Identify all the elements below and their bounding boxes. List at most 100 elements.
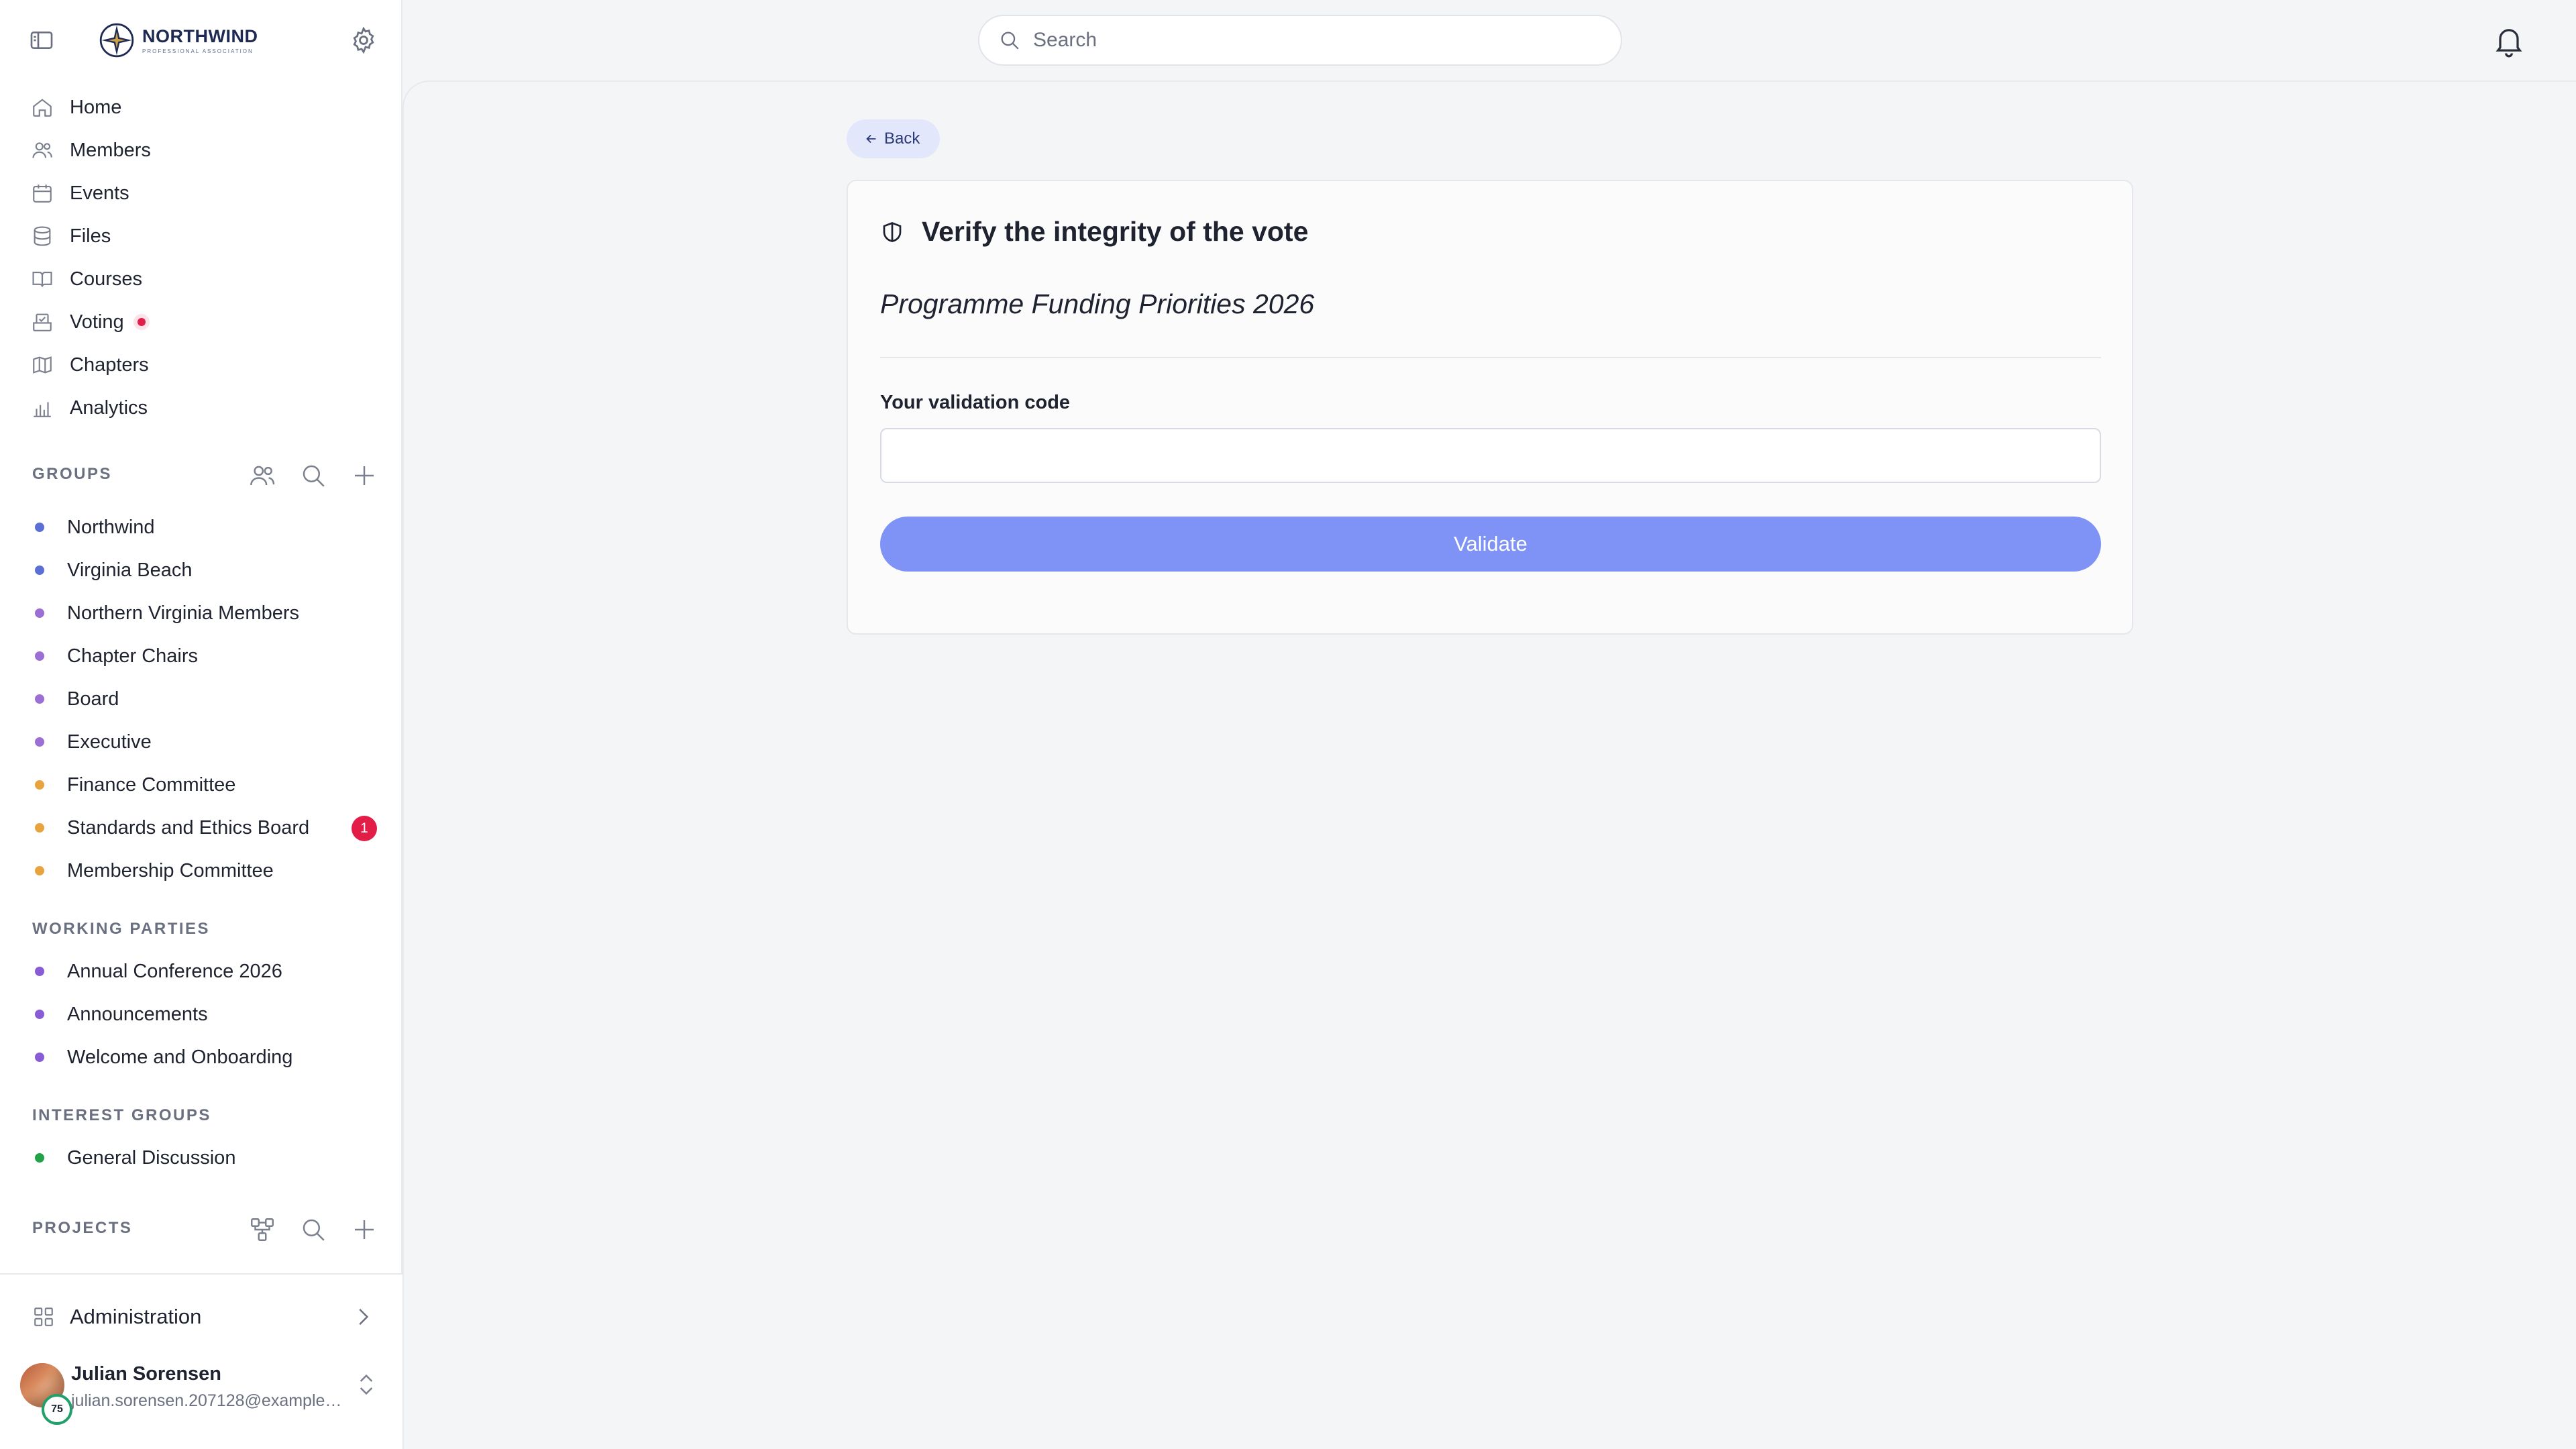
bell-icon[interactable] bbox=[2491, 21, 2526, 59]
nav-label: Files bbox=[70, 225, 111, 247]
search-bar[interactable] bbox=[978, 15, 1622, 66]
nav-label: Courses bbox=[70, 268, 142, 290]
brand-name: NORTHWIND bbox=[142, 26, 258, 46]
working-parties-list: Annual Conference 2026 Announcements Wel… bbox=[0, 950, 402, 1079]
vote-name: Programme Funding Priorities 2026 bbox=[880, 288, 1315, 319]
nav-label: Members bbox=[70, 139, 151, 161]
chevron-up-down-icon bbox=[360, 1374, 373, 1395]
voting-indicator-dot bbox=[133, 314, 150, 330]
plus-icon[interactable] bbox=[350, 462, 378, 490]
group-label: Virginia Beach bbox=[67, 559, 193, 581]
map-icon bbox=[33, 356, 52, 374]
book-icon bbox=[32, 272, 52, 287]
working-parties-section-header: WORKING PARTIES bbox=[0, 912, 402, 946]
database-icon bbox=[34, 226, 51, 246]
group-label: Chapter Chairs bbox=[67, 645, 199, 667]
compass-logo-icon bbox=[99, 23, 134, 58]
group-item[interactable]: Welcome and Onboarding bbox=[0, 1036, 402, 1079]
groups-list: Northwind Virginia Beach Northern Virgin… bbox=[0, 506, 402, 892]
brand-logo[interactable]: NORTHWIND PROFESSIONAL ASSOCIATION bbox=[98, 20, 258, 60]
gear-icon[interactable] bbox=[349, 25, 378, 55]
nav-item-analytics[interactable]: Analytics bbox=[0, 386, 402, 429]
group-color-dot bbox=[35, 866, 44, 875]
card-title: Verify the integrity of the vote bbox=[922, 216, 1309, 247]
top-bar bbox=[402, 0, 2576, 80]
user-menu[interactable]: 75 Julian Sorensen julian.sorensen.20712… bbox=[0, 1355, 402, 1425]
group-item[interactable]: General Discussion bbox=[0, 1136, 402, 1179]
group-item[interactable]: Northwind bbox=[0, 506, 402, 549]
user-name: Julian Sorensen bbox=[71, 1363, 222, 1385]
group-item[interactable]: Board bbox=[0, 678, 402, 720]
group-color-dot bbox=[35, 967, 44, 976]
administration-link[interactable]: Administration bbox=[0, 1295, 402, 1339]
grid-icon bbox=[34, 1307, 53, 1326]
nav-label: Voting bbox=[70, 311, 124, 333]
search-input[interactable] bbox=[1033, 29, 1610, 52]
group-label: Welcome and Onboarding bbox=[67, 1046, 293, 1068]
nav-item-events[interactable]: Events bbox=[0, 172, 402, 215]
group-item[interactable]: Annual Conference 2026 bbox=[0, 950, 402, 993]
projects-section-header: PROJECTS bbox=[0, 1212, 402, 1245]
nav-label: Home bbox=[70, 96, 122, 118]
administration-label: Administration bbox=[70, 1305, 202, 1328]
group-label: Annual Conference 2026 bbox=[67, 960, 282, 982]
group-item[interactable]: Membership Committee bbox=[0, 849, 402, 892]
group-color-dot bbox=[35, 737, 44, 747]
users-icon bbox=[32, 142, 52, 158]
search-icon bbox=[1001, 32, 1019, 50]
group-label: Northern Virginia Members bbox=[67, 602, 299, 624]
group-label: Announcements bbox=[67, 1003, 208, 1025]
group-label: Membership Committee bbox=[67, 859, 274, 881]
brand-tagline: PROFESSIONAL ASSOCIATION bbox=[142, 48, 254, 54]
group-color-dot bbox=[35, 780, 44, 790]
main-nav: Home Members Events Files Courses Voting… bbox=[0, 86, 402, 429]
nav-item-members[interactable]: Members bbox=[0, 129, 402, 172]
group-item[interactable]: Virginia Beach bbox=[0, 549, 402, 592]
home-icon bbox=[33, 99, 52, 117]
group-label: Northwind bbox=[67, 516, 155, 538]
group-label: Finance Committee bbox=[67, 773, 236, 796]
search-icon[interactable] bbox=[299, 1216, 327, 1244]
sidebar-toggle-icon[interactable] bbox=[27, 27, 56, 54]
chevron-right-icon bbox=[359, 1309, 369, 1325]
group-color-dot bbox=[35, 1153, 44, 1163]
group-label: Board bbox=[67, 688, 119, 710]
nav-item-home[interactable]: Home bbox=[0, 86, 402, 129]
back-button[interactable]: Back bbox=[847, 119, 941, 158]
group-color-dot bbox=[35, 694, 44, 704]
hierarchy-icon[interactable] bbox=[248, 1216, 276, 1244]
group-item[interactable]: Executive bbox=[0, 720, 402, 763]
nav-label: Chapters bbox=[70, 354, 149, 376]
users-icon[interactable] bbox=[248, 462, 276, 490]
shield-icon bbox=[883, 221, 902, 242]
nav-item-chapters[interactable]: Chapters bbox=[0, 343, 402, 386]
validate-button[interactable]: Validate bbox=[880, 517, 2101, 572]
validation-code-input[interactable] bbox=[880, 428, 2101, 483]
group-item[interactable]: Northern Virginia Members bbox=[0, 592, 402, 635]
group-color-dot bbox=[35, 523, 44, 532]
nav-item-courses[interactable]: Courses bbox=[0, 258, 402, 301]
sidebar-header: NORTHWIND PROFESSIONAL ASSOCIATION bbox=[0, 0, 402, 80]
groups-title: GROUPS bbox=[32, 465, 113, 483]
sidebar: NORTHWIND PROFESSIONAL ASSOCIATION Home … bbox=[0, 0, 402, 1449]
nav-label: Events bbox=[70, 182, 129, 204]
group-item[interactable]: Chapter Chairs bbox=[0, 635, 402, 678]
group-item[interactable]: Finance Committee bbox=[0, 763, 402, 806]
group-item[interactable]: Announcements bbox=[0, 993, 402, 1036]
nav-item-files[interactable]: Files bbox=[0, 215, 402, 258]
verify-vote-card: Verify the integrity of the vote Program… bbox=[847, 180, 2133, 635]
interest-groups-section-header: INTEREST GROUPS bbox=[0, 1099, 402, 1132]
search-icon[interactable] bbox=[299, 462, 327, 490]
unread-count-badge: 1 bbox=[352, 816, 377, 841]
plus-icon[interactable] bbox=[350, 1216, 378, 1244]
sidebar-footer: Administration 75 Julian Sorensen julian… bbox=[0, 1273, 402, 1449]
group-item[interactable]: Standards and Ethics Board 1 bbox=[0, 806, 402, 849]
group-label: General Discussion bbox=[67, 1146, 236, 1169]
projects-title: PROJECTS bbox=[32, 1219, 133, 1237]
ballot-icon bbox=[33, 313, 52, 331]
user-level-badge: 75 bbox=[42, 1394, 72, 1425]
nav-label: Analytics bbox=[70, 396, 148, 419]
group-color-dot bbox=[35, 1010, 44, 1019]
group-color-dot bbox=[35, 823, 44, 833]
nav-item-voting[interactable]: Voting bbox=[0, 301, 402, 343]
